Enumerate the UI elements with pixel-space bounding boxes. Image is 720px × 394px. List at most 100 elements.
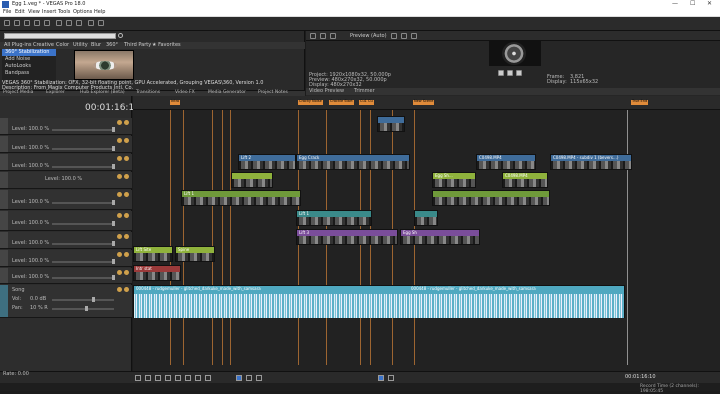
track-header-2[interactable]: Level: 100.0 % [0,136,132,153]
gear-icon[interactable] [310,33,316,39]
tab-project-notes[interactable]: Project Notes [258,90,288,96]
menu-insert[interactable]: Insert [42,10,56,15]
track-header-9[interactable]: Level: 100.0 % [0,268,132,284]
tab-blur[interactable]: Blur [91,43,101,48]
video-clip[interactable]: Lift 2 [238,154,296,170]
slider-knob[interactable] [112,241,115,246]
minimize-button[interactable]: — [672,1,678,7]
video-clip[interactable]: Spine [175,246,215,262]
tab-favorites[interactable]: ★ Favorites [152,43,181,48]
level-slider[interactable] [52,259,115,264]
selection-tool-icon[interactable] [256,375,262,381]
search-icon[interactable] [118,33,123,38]
list-item[interactable]: AutoLooks [2,63,56,70]
play-icon[interactable] [498,70,504,76]
video-clip[interactable] [432,190,550,206]
mute-icon[interactable] [124,156,129,161]
fx-icon[interactable] [117,120,122,125]
cut-icon[interactable] [56,20,62,26]
time-ruler[interactable]: Intro Cracky Noise Crackle Start Cu1 Cu … [133,96,720,110]
pan-slider[interactable] [52,306,114,311]
copy-icon[interactable] [66,20,72,26]
tab-project-media[interactable]: Project Media [3,90,33,96]
level-slider[interactable] [52,275,115,280]
menu-edit[interactable]: Edit [15,10,25,15]
tab-all-plugins[interactable]: All Plug-ins [4,43,32,48]
fx-icon[interactable] [117,174,122,179]
slider-knob[interactable] [85,306,88,311]
list-item[interactable]: Bandpass [2,70,56,77]
video-clip[interactable]: Intr stat [133,265,181,281]
marker-cu[interactable]: Cu1 Cu [359,99,374,105]
play-icon[interactable] [165,375,171,381]
video-clip[interactable]: C0498.MP4 [502,172,548,188]
undo-icon[interactable] [88,20,94,26]
tab-media-generator[interactable]: Media Generator [208,90,246,96]
render-icon[interactable] [44,20,50,26]
pause-icon[interactable] [175,375,181,381]
slider-knob[interactable] [112,275,115,280]
stop-icon[interactable] [185,375,191,381]
menu-view[interactable]: View [28,10,40,15]
play-from-start-icon[interactable] [155,375,161,381]
tab-creative[interactable]: Creative [33,43,54,48]
fx-icon[interactable] [320,33,326,39]
video-clip[interactable]: Egg Sh [400,229,480,245]
pause-icon[interactable] [507,70,513,76]
audio-clip[interactable]: 000448 - rudgemuller - glitched_darkuke_… [133,285,625,318]
video-clip[interactable] [231,172,273,188]
maximize-button[interactable]: ☐ [690,1,695,7]
mute-icon[interactable] [124,138,129,143]
mute-icon[interactable] [124,270,129,275]
go-end-icon[interactable] [205,375,211,381]
edit-tool-icon[interactable] [236,375,242,381]
marker-crackle-start[interactable]: Crackle Start [329,99,354,105]
fx-icon[interactable] [117,287,122,292]
video-clip[interactable]: C0498.MP4 [476,154,536,170]
marker-true-end[interactable]: True End [631,99,649,105]
list-item[interactable]: 360° Stabilization [2,49,56,56]
envelope-tool-icon[interactable] [246,375,252,381]
slider-knob[interactable] [112,146,115,151]
mute-icon[interactable] [124,174,129,179]
tab-third-party[interactable]: Third Party [124,43,151,48]
fx-icon[interactable] [117,270,122,275]
audio-track-header[interactable]: Song Vol: 0.0 dB Pan: 10 % R [0,285,132,318]
fx-icon[interactable] [117,138,122,143]
overlay-icon[interactable] [391,33,397,39]
menu-help[interactable]: Help [94,10,105,15]
menu-tools[interactable]: Tools [58,10,70,15]
track-header-6[interactable]: Level: 100.0 % [0,211,132,231]
slider-knob[interactable] [112,221,115,226]
marker-cracky-noise[interactable]: Cracky Noise [298,99,323,105]
level-slider[interactable] [52,127,115,132]
track-header-4[interactable]: Level: 100.0 % [0,172,132,189]
mute-icon[interactable] [124,252,129,257]
level-slider[interactable] [52,241,115,246]
track-header-3[interactable]: Level: 100.0 % [0,154,132,171]
tab-trimmer[interactable]: Trimmer [354,89,375,94]
video-clip[interactable] [414,210,438,226]
fx-icon[interactable] [117,156,122,161]
slider-knob[interactable] [112,127,115,132]
mute-icon[interactable] [124,192,129,197]
mute-icon[interactable] [124,234,129,239]
tab-utility[interactable]: Utility [73,43,88,48]
slider-knob[interactable] [92,297,95,302]
level-slider[interactable] [52,221,115,226]
preview-quality-select[interactable]: Preview (Auto) [350,34,387,39]
tab-360[interactable]: 360° [106,43,118,48]
track-header-8[interactable]: Level: 100.0 % [0,250,132,267]
menu-file[interactable]: File [3,10,11,15]
tab-video-preview[interactable]: Video Preview [309,89,344,94]
video-clip[interactable]: Lift 1 [296,210,372,226]
tab-color[interactable]: Color [56,43,69,48]
fx-icon[interactable] [117,192,122,197]
mute-icon[interactable] [124,120,129,125]
auto-ripple-icon[interactable] [388,375,394,381]
copy-snapshot-icon[interactable] [401,33,407,39]
fx-icon[interactable] [117,234,122,239]
split-icon[interactable] [330,33,336,39]
tab-video-fx[interactable]: Video FX [175,90,195,96]
save-snapshot-icon[interactable] [411,33,417,39]
